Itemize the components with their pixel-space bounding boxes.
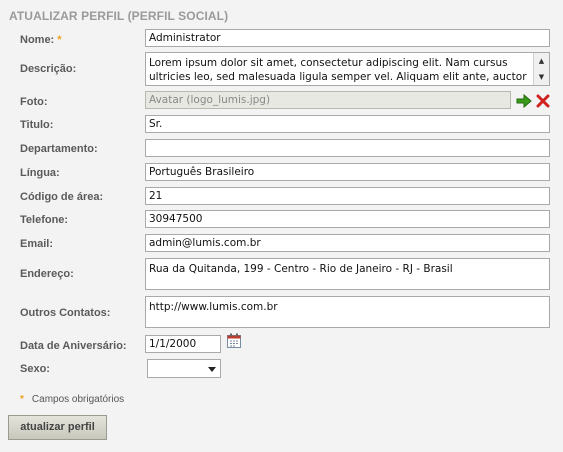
aniversario-input[interactable]: 1/1/2000	[145, 335, 221, 353]
telefone-label: Telefone:	[20, 214, 69, 226]
aniversario-label: Data de Aniversário:	[20, 340, 127, 352]
nome-input[interactable]: Administrator	[145, 29, 550, 47]
required-mark: *	[20, 394, 24, 405]
scroll-up-icon[interactable]: ▲	[534, 55, 549, 67]
descricao-textarea[interactable]: Lorem ipsum dolor sit amet, consectetur …	[145, 52, 550, 86]
descricao-scrollbar[interactable]: ▲ ▼	[533, 53, 549, 85]
nome-label: Nome: *	[20, 34, 62, 46]
required-note: * Campos obrigatórios	[20, 394, 124, 405]
foto-label: Foto:	[20, 96, 48, 108]
arrow-right-icon[interactable]	[516, 93, 532, 109]
sexo-label: Sexo:	[20, 363, 50, 375]
endereco-label: Endereço:	[20, 268, 74, 280]
required-mark: *	[57, 34, 62, 46]
lingua-input[interactable]: Português Brasileiro	[145, 163, 550, 181]
atualizar-perfil-button[interactable]: atualizar perfil	[8, 415, 107, 440]
telefone-input[interactable]: 30947500	[145, 210, 550, 228]
codigo-area-label: Código de área:	[20, 191, 104, 203]
descricao-label: Descrição:	[20, 63, 77, 75]
sexo-select[interactable]	[147, 359, 221, 378]
chevron-down-icon[interactable]	[208, 367, 216, 372]
titulo-label: Titulo:	[20, 119, 54, 131]
outros-contatos-textarea[interactable]: http://www.lumis.com.br	[145, 296, 550, 328]
page-title: ATUALIZAR PERFIL (PERFIL SOCIAL)	[9, 9, 229, 23]
email-input[interactable]: admin@lumis.com.br	[145, 234, 550, 252]
email-label: Email:	[20, 238, 54, 250]
codigo-area-input[interactable]: 21	[145, 187, 550, 205]
scroll-down-icon[interactable]: ▼	[534, 71, 549, 83]
descricao-text: Lorem ipsum dolor sit amet, consectetur …	[149, 57, 527, 83]
outros-contatos-label: Outros Contatos:	[20, 307, 111, 319]
clear-x-icon[interactable]	[535, 93, 551, 109]
departamento-label: Departamento:	[20, 143, 98, 155]
lingua-label: Língua:	[20, 167, 60, 179]
departamento-input[interactable]	[145, 139, 550, 157]
endereco-textarea[interactable]: Rua da Quitanda, 199 - Centro - Rio de J…	[145, 258, 550, 290]
calendar-icon[interactable]	[226, 333, 242, 349]
titulo-input[interactable]: Sr.	[145, 115, 550, 133]
required-note-text: Campos obrigatórios	[31, 394, 125, 405]
foto-input: Avatar (logo_lumis.jpg)	[145, 91, 511, 109]
